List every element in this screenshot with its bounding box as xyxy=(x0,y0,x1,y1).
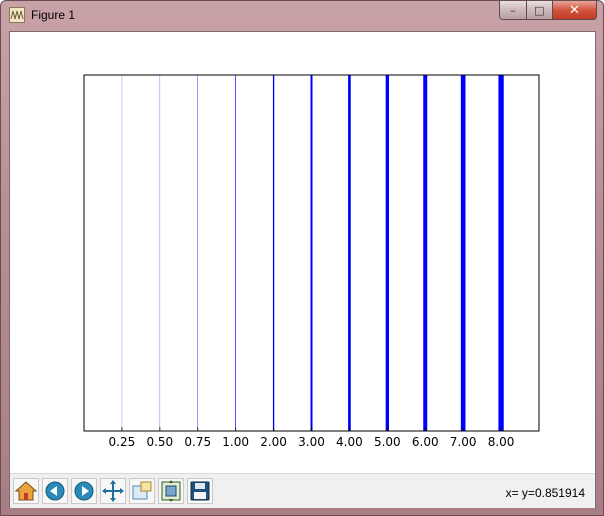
window-title: Figure 1 xyxy=(31,8,76,22)
minimize-button[interactable]: – xyxy=(499,1,526,20)
figure-client-area: 0.25 0.50 0.75 1.00 2.00 3.00 4.00 5.00 6.00 7.00… xyxy=(9,31,596,508)
maximize-icon: □ xyxy=(534,3,545,17)
x-tick-label: 6.00 xyxy=(412,435,439,449)
x-tick-label: 1.00 xyxy=(222,435,249,449)
x-tick-label: 3.00 xyxy=(298,435,325,449)
figure-canvas[interactable]: 0.25 0.50 0.75 1.00 2.00 3.00 4.00 5.00 6.00 7.00… xyxy=(10,32,595,473)
pan-button[interactable] xyxy=(100,478,126,504)
x-tick-label: 4.00 xyxy=(336,435,363,449)
x-tick-label: 5.00 xyxy=(374,435,401,449)
maximize-button[interactable]: □ xyxy=(526,1,552,20)
forward-button[interactable] xyxy=(71,478,97,504)
x-tick-label: 0.50 xyxy=(146,435,173,449)
figure-window: Figure 1 – □ ✕ 0.25 0.50 0.75 1.00 2.00 3.00 4… xyxy=(0,0,604,516)
title-bar[interactable]: Figure 1 – □ ✕ xyxy=(1,1,603,31)
cursor-coordinates: x= y=0.851914 xyxy=(505,486,585,500)
back-button[interactable] xyxy=(42,478,68,504)
close-icon: ✕ xyxy=(569,2,580,18)
forward-arrow-icon xyxy=(74,481,94,501)
save-floppy-icon xyxy=(190,481,210,501)
window-controls: – □ ✕ xyxy=(499,1,597,21)
x-tick-label: 7.00 xyxy=(450,435,477,449)
zoom-rect-icon xyxy=(132,481,152,500)
close-button[interactable]: ✕ xyxy=(552,1,597,20)
pan-move-icon xyxy=(102,480,124,502)
home-icon xyxy=(14,481,38,501)
home-button[interactable] xyxy=(13,478,39,504)
navigation-toolbar: x= y=0.851914 xyxy=(10,473,595,508)
subplots-config-icon xyxy=(161,480,181,502)
app-icon xyxy=(9,7,25,23)
x-tick-label: 0.25 xyxy=(109,435,136,449)
x-tick-label: 8.00 xyxy=(488,435,515,449)
minimize-icon: – xyxy=(510,3,516,17)
save-button[interactable] xyxy=(187,478,213,504)
subplots-button[interactable] xyxy=(158,478,184,504)
plot-svg: 0.25 0.50 0.75 1.00 2.00 3.00 4.00 5.00 6.00 7.00… xyxy=(83,74,540,449)
back-arrow-icon xyxy=(45,481,65,501)
x-tick-label: 0.75 xyxy=(184,435,211,449)
x-tick-label: 2.00 xyxy=(260,435,287,449)
zoom-button[interactable] xyxy=(129,478,155,504)
